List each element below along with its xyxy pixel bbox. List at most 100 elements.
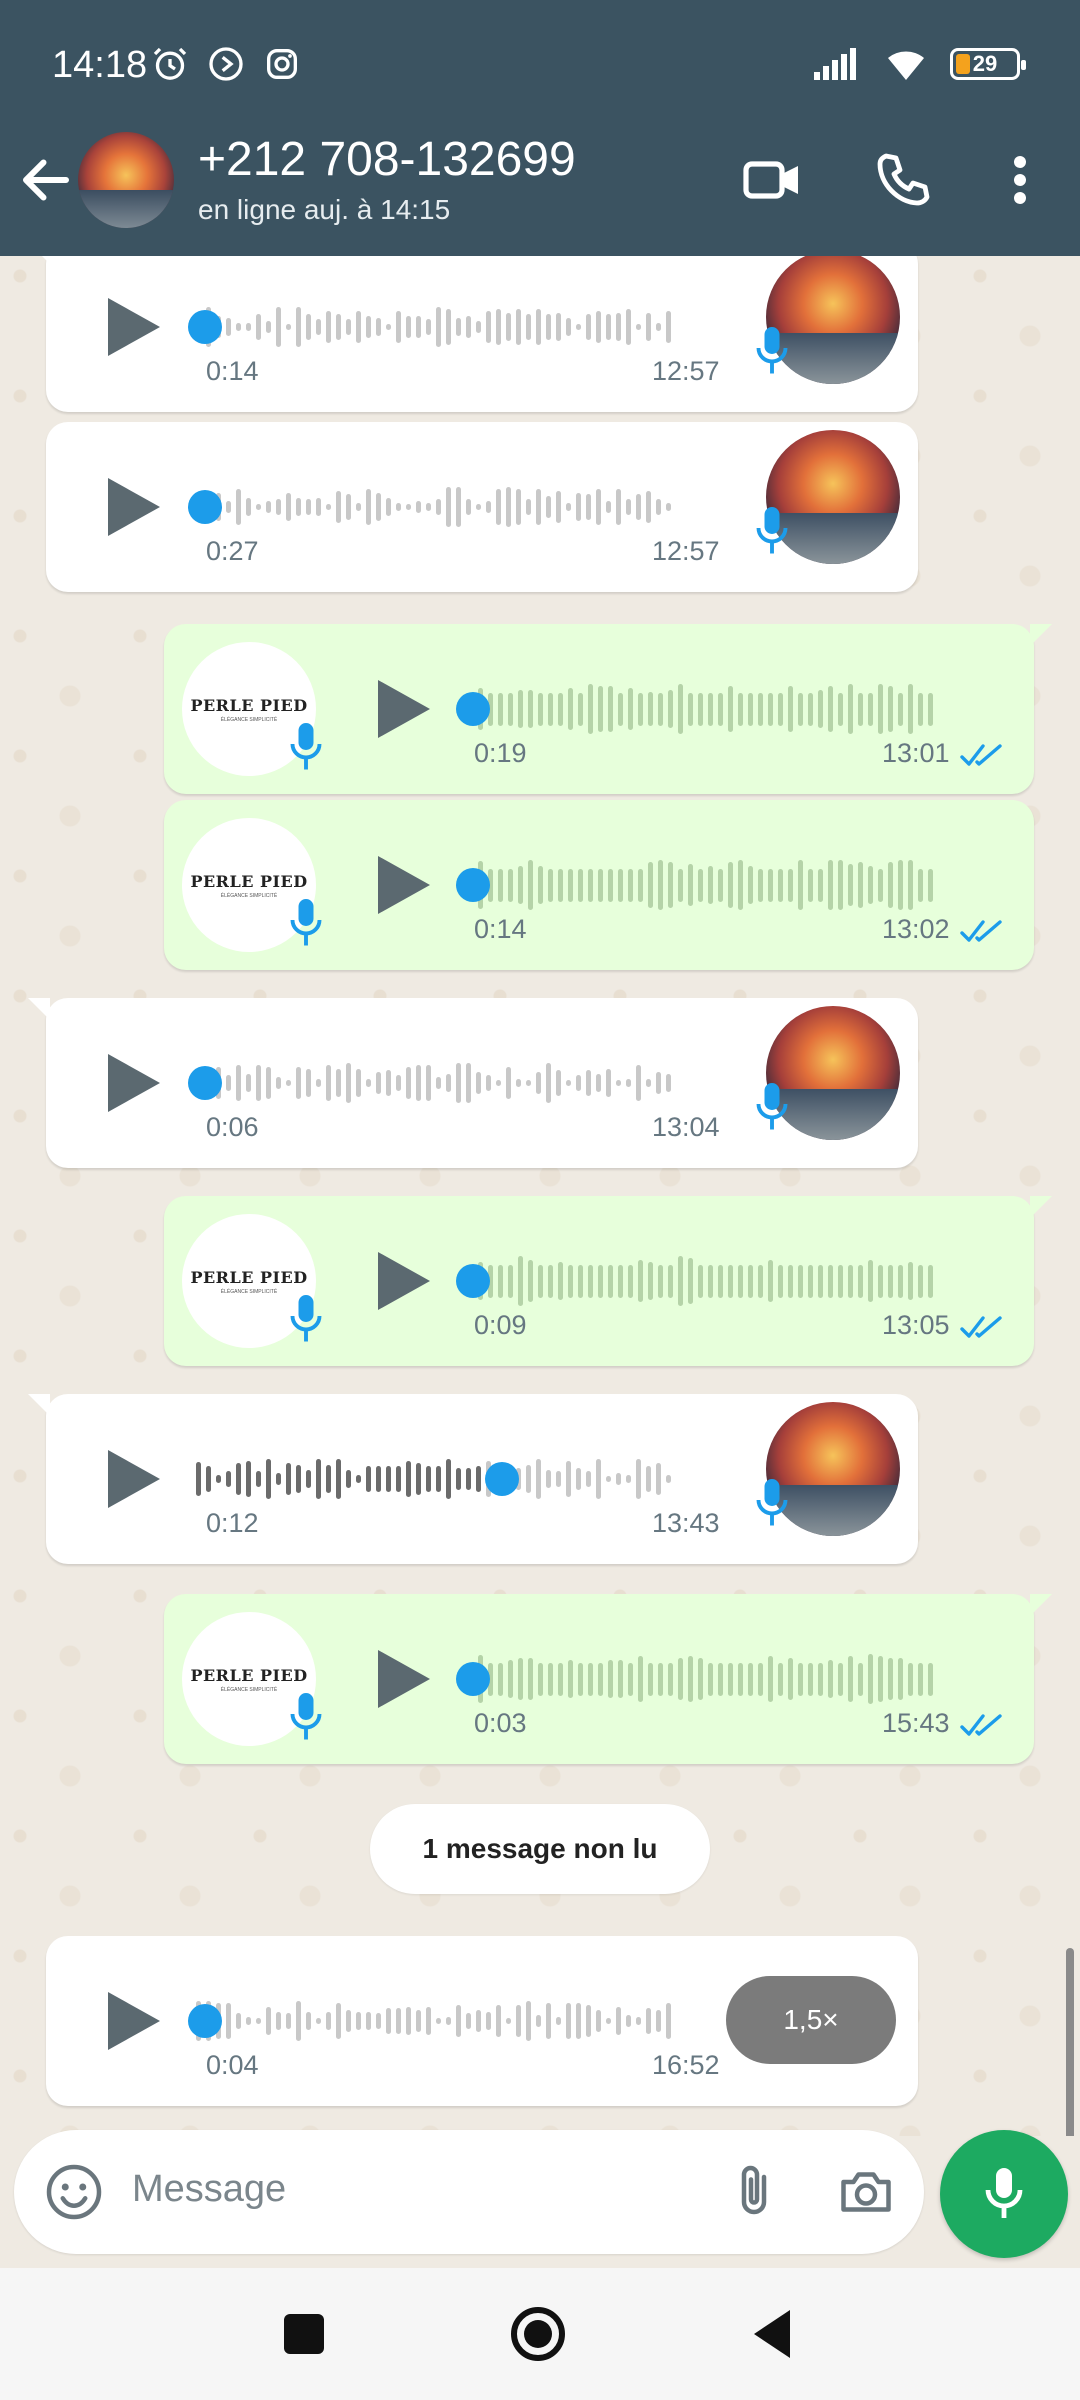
- waveform-bar: [386, 497, 391, 517]
- playback-position-handle[interactable]: [456, 1662, 490, 1696]
- waveform-bar: [758, 692, 763, 726]
- voice-message-bubble[interactable]: 0:06 13:04: [28, 998, 918, 1168]
- playback-position-handle[interactable]: [188, 2004, 222, 2038]
- scrollbar[interactable]: [1066, 1948, 1074, 2136]
- waveform-bar: [366, 489, 371, 525]
- waveform-bar: [588, 868, 593, 902]
- waveform-bar: [326, 2011, 331, 2031]
- play-icon[interactable]: [102, 1988, 164, 2054]
- waveform[interactable]: [196, 297, 756, 357]
- waveform-bar: [778, 692, 783, 726]
- brand-tagline: ÉLÉGANCE SIMPLICITÉ: [220, 1288, 278, 1295]
- voice-message-bubble[interactable]: 0:03 15:43 PERLE PIED ÉLÉGANCE SIMPLICITÉ: [164, 1594, 1052, 1764]
- waveform-bar: [236, 2013, 241, 2029]
- waveform-bar: [306, 1068, 311, 1098]
- home-icon[interactable]: [506, 2302, 570, 2366]
- waveform-bar: [206, 1466, 211, 1492]
- playback-position-handle[interactable]: [456, 1264, 490, 1298]
- waveform-bar: [636, 324, 641, 330]
- waveform[interactable]: [196, 1449, 756, 1509]
- message-input-container[interactable]: Message: [14, 2130, 924, 2254]
- waveform[interactable]: [196, 1053, 756, 1113]
- waveform[interactable]: [478, 855, 998, 915]
- waveform-bar: [698, 1658, 703, 1700]
- play-icon[interactable]: [102, 294, 164, 360]
- waveform-bar: [748, 866, 753, 904]
- recents-icon[interactable]: [272, 2302, 336, 2366]
- waveform-bar: [616, 2006, 621, 2036]
- waveform-bar: [476, 1071, 481, 1095]
- more-vertical-icon[interactable]: [988, 148, 1052, 212]
- waveform-bar: [566, 317, 571, 337]
- waveform[interactable]: [478, 1251, 998, 1311]
- waveform[interactable]: [478, 679, 998, 739]
- play-icon[interactable]: [372, 676, 434, 742]
- waveform-bar: [708, 692, 713, 726]
- back-icon[interactable]: [742, 2302, 806, 2366]
- waveform-bar: [546, 495, 551, 519]
- waveform-bar: [236, 322, 241, 332]
- waveform-bar: [556, 490, 561, 524]
- play-icon[interactable]: [372, 852, 434, 918]
- waveform-bar: [496, 1080, 501, 1086]
- waveform-bar: [356, 2011, 361, 2031]
- play-icon[interactable]: [372, 1646, 434, 1712]
- attach-icon[interactable]: [724, 2160, 784, 2224]
- voice-message-bubble[interactable]: 0:04 16:52 1,5×: [46, 1936, 918, 2106]
- waveform-bar: [808, 692, 813, 726]
- waveform[interactable]: [196, 1991, 756, 2051]
- playback-position-handle[interactable]: [188, 1066, 222, 1100]
- waveform-bar: [466, 1063, 471, 1103]
- waveform-bar: [558, 1262, 563, 1300]
- play-icon[interactable]: [372, 1248, 434, 1314]
- record-voice-button[interactable]: [940, 2130, 1068, 2258]
- waveform-bar: [546, 314, 551, 340]
- waveform-bar: [436, 499, 441, 515]
- playback-speed-button[interactable]: 1,5×: [726, 1976, 896, 2064]
- playback-position-handle[interactable]: [456, 868, 490, 902]
- waveform-bar: [236, 1462, 241, 1496]
- waveform-bar: [226, 501, 231, 513]
- waveform-bar: [396, 1466, 401, 1492]
- microphone-icon: [754, 324, 790, 378]
- emoji-icon[interactable]: [44, 2162, 104, 2222]
- contact-avatar[interactable]: [78, 132, 174, 228]
- play-icon[interactable]: [102, 1050, 164, 1116]
- chat-area[interactable]: 0:14 12:57 0:27 12:57 0:19 13:01 PERLE PIED ÉLÉ…: [0, 256, 1080, 2136]
- video-call-icon[interactable]: [740, 148, 804, 212]
- waveform-bar: [728, 861, 733, 909]
- playback-position-handle[interactable]: [188, 310, 222, 344]
- voice-message-bubble[interactable]: 0:27 12:57: [46, 422, 918, 592]
- waveform-bar: [588, 1662, 593, 1696]
- waveform[interactable]: [478, 1649, 998, 1709]
- waveform-bar: [918, 692, 923, 726]
- playback-position-handle[interactable]: [188, 490, 222, 524]
- contact-name[interactable]: +212 708-132699: [198, 132, 576, 187]
- waveform-bar: [558, 692, 563, 726]
- playback-position-handle[interactable]: [484, 1462, 519, 1496]
- waveform-bar: [356, 1474, 361, 1484]
- back-arrow-icon[interactable]: [16, 150, 76, 210]
- microphone-icon: [754, 504, 790, 558]
- waveform-bar: [356, 502, 361, 512]
- waveform[interactable]: [196, 477, 756, 537]
- phone-icon[interactable]: [870, 148, 934, 212]
- voice-message-bubble[interactable]: 0:14 12:57: [28, 256, 918, 412]
- waveform-bar: [596, 1073, 601, 1093]
- voice-message-bubble[interactable]: 0:09 13:05 PERLE PIED ÉLÉGANCE SIMPLICITÉ: [164, 1196, 1052, 1366]
- waveform-bar: [668, 1662, 673, 1696]
- voice-message-bubble[interactable]: 0:14 13:02 PERLE PIED ÉLÉGANCE SIMPLICITÉ: [164, 800, 1034, 970]
- waveform-bar: [768, 1260, 773, 1302]
- voice-message-bubble[interactable]: 0:12 13:43: [28, 1394, 918, 1564]
- waveform-bar: [758, 1264, 763, 1298]
- waveform-bar: [266, 1066, 271, 1100]
- play-icon[interactable]: [102, 474, 164, 540]
- waveform-bar: [426, 2006, 431, 2036]
- message-input[interactable]: Message: [132, 2168, 286, 2211]
- camera-icon[interactable]: [834, 2162, 898, 2222]
- waveform-bar: [466, 499, 471, 515]
- play-icon[interactable]: [102, 1446, 164, 1512]
- playback-position-handle[interactable]: [456, 692, 490, 726]
- waveform-bar: [778, 868, 783, 902]
- voice-message-bubble[interactable]: 0:19 13:01 PERLE PIED ÉLÉGANCE SIMPLICITÉ: [164, 624, 1052, 794]
